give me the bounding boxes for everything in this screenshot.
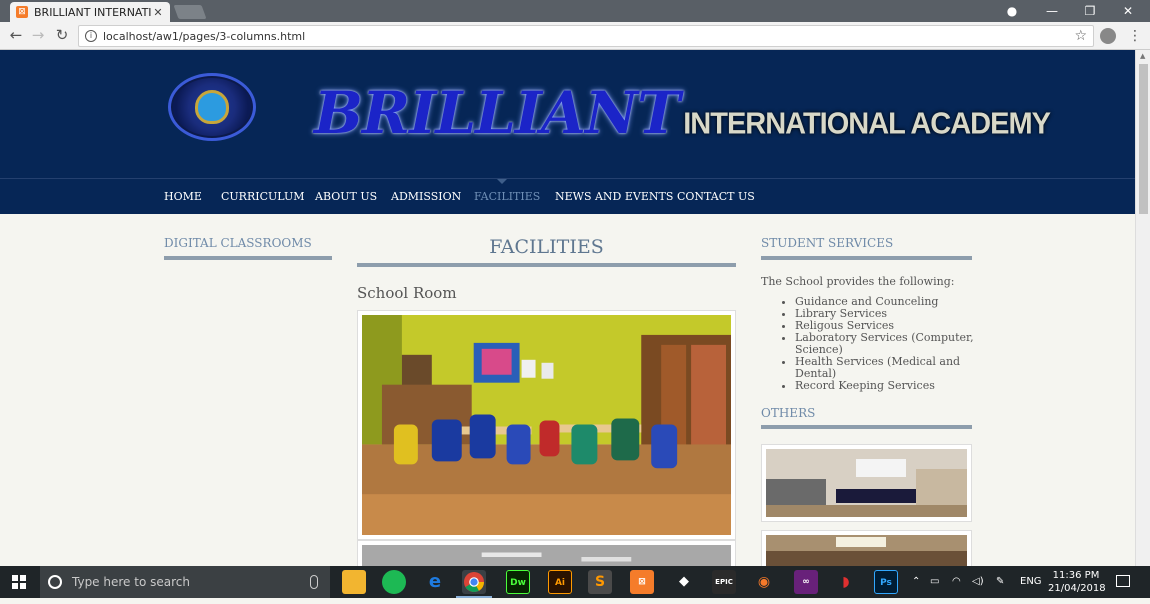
show-hidden-icons-icon[interactable]: ⌃: [912, 566, 920, 598]
services-list: Guidance and Counceling Library Services…: [795, 296, 975, 392]
scroll-up-icon[interactable]: ▲: [1140, 52, 1145, 60]
nav-contact-us[interactable]: CONTACT US: [677, 190, 755, 203]
digital-classrooms-heading: DIGITAL CLASSROOMS: [164, 236, 312, 250]
academy-crest-logo[interactable]: [168, 73, 256, 141]
tab-close-icon[interactable]: ✕: [152, 6, 164, 19]
divider: [357, 263, 736, 267]
nav-facilities[interactable]: FACILITIES: [474, 190, 540, 203]
scroll-thumb[interactable]: [1139, 64, 1148, 214]
microphone-icon[interactable]: [310, 575, 318, 589]
nav-news-and-events[interactable]: NEWS AND EVENTS: [555, 190, 673, 203]
guidance-room-image: [766, 449, 967, 517]
xampp-icon[interactable]: ⊠: [630, 570, 654, 594]
page-title: FACILITIES: [489, 236, 604, 258]
minimize-button[interactable]: —: [1034, 0, 1070, 22]
browser-toolbar: ← → ↻ i localhost/aw1/pages/3-columns.ht…: [0, 22, 1150, 50]
cortana-icon: [48, 575, 62, 589]
nav-home[interactable]: HOME: [164, 190, 202, 203]
dreamweaver-icon[interactable]: Dw: [506, 570, 530, 594]
pen-icon[interactable]: ✎: [996, 566, 1004, 598]
game-app-icon[interactable]: ◗: [834, 570, 858, 594]
services-intro: The School provides the following:: [761, 275, 955, 288]
sublime-text-icon[interactable]: S: [588, 570, 612, 594]
site-header: BRILLIANT INTERNATIONAL ACADEMY: [0, 50, 1135, 178]
illustrator-icon[interactable]: Ai: [548, 570, 572, 594]
student-services-heading: STUDENT SERVICES: [761, 236, 894, 250]
search-placeholder: Type here to search: [72, 575, 190, 589]
xampp-favicon-icon: ⊠: [16, 6, 28, 18]
brand-main-text: BRILLIANT: [314, 79, 680, 147]
bookmark-star-icon[interactable]: ☆: [1074, 28, 1087, 44]
windows-start-icon[interactable]: [12, 575, 26, 589]
brand-sub-text: INTERNATIONAL ACADEMY: [683, 107, 1051, 141]
guidance-office-thumbnail: [761, 530, 972, 566]
others-heading: OTHERS: [761, 406, 816, 420]
classroom-image: [362, 315, 731, 535]
divider: [761, 425, 972, 429]
nav-admission[interactable]: ADMISSION: [391, 190, 461, 203]
spotify-icon[interactable]: [382, 570, 406, 594]
unity-icon[interactable]: ◆: [672, 570, 696, 594]
site-brand[interactable]: BRILLIANT INTERNATIONAL ACADEMY: [314, 70, 1051, 150]
main-nav: HOME CURRICULUM ABOUT US ADMISSION FACIL…: [0, 178, 1135, 214]
active-nav-caret-icon: [497, 179, 507, 184]
list-item: Health Services (Medical and Dental): [795, 356, 975, 380]
guidance-room-thumbnail: [761, 444, 972, 522]
guidance-office-image: [766, 535, 967, 566]
nav-about-us[interactable]: ABOUT US: [315, 190, 377, 203]
maximize-button[interactable]: ❐: [1072, 0, 1108, 22]
browser-titlebar: ⊠ BRILLIANT INTERNATION ✕ ● — ❐ ✕: [0, 0, 1150, 22]
taskbar-clock[interactable]: 11:36 PM 21/04/2018: [1048, 569, 1106, 595]
profile-icon[interactable]: ●: [994, 0, 1030, 22]
close-window-button[interactable]: ✕: [1110, 0, 1146, 22]
divider: [164, 256, 332, 260]
chrome-icon[interactable]: [462, 570, 486, 594]
tab-title: BRILLIANT INTERNATION: [34, 5, 152, 19]
nav-curriculum[interactable]: CURRICULUM: [221, 190, 305, 203]
hallway-image: [362, 545, 731, 566]
section-title: School Room: [357, 284, 457, 302]
list-item: Record Keeping Services: [795, 380, 975, 392]
input-language[interactable]: ENG: [1020, 566, 1042, 598]
volume-icon[interactable]: ◁): [972, 566, 984, 598]
file-explorer-icon[interactable]: [342, 570, 366, 594]
new-tab-button[interactable]: [173, 5, 207, 19]
page-viewport: BRILLIANT INTERNATIONAL ACADEMY HOME CUR…: [0, 50, 1135, 566]
url-text[interactable]: localhost/aw1/pages/3-columns.html: [103, 30, 1074, 43]
extension-icon[interactable]: [1100, 28, 1116, 44]
blender-icon[interactable]: ◉: [752, 570, 776, 594]
clock-date: 21/04/2018: [1048, 583, 1106, 594]
windows-taskbar: Type here to search e Dw Ai S ⊠ ◆ EPIC ◉…: [0, 566, 1150, 598]
forward-arrow-icon[interactable]: →: [28, 26, 48, 46]
reload-icon[interactable]: ↻: [52, 26, 72, 46]
address-bar[interactable]: i localhost/aw1/pages/3-columns.html ☆: [78, 25, 1094, 47]
battery-icon[interactable]: ▭: [930, 566, 939, 598]
back-arrow-icon[interactable]: ←: [6, 26, 26, 46]
school-room-photo: [357, 310, 736, 540]
crest-shield-icon: [195, 90, 229, 124]
divider: [761, 256, 972, 260]
page-scrollbar[interactable]: ▲: [1135, 50, 1150, 566]
taskbar-search-input[interactable]: Type here to search: [40, 566, 330, 598]
visual-studio-icon[interactable]: ∞: [794, 570, 818, 594]
info-icon[interactable]: i: [85, 30, 97, 42]
browser-tab[interactable]: ⊠ BRILLIANT INTERNATION ✕: [10, 2, 170, 22]
photoshop-icon[interactable]: Ps: [874, 570, 898, 594]
wifi-icon[interactable]: ◠: [952, 566, 961, 598]
epic-games-icon[interactable]: EPIC: [712, 570, 736, 594]
list-item: Laboratory Services (Computer, Science): [795, 332, 975, 356]
clock-time: 11:36 PM: [1052, 570, 1100, 581]
action-center-icon[interactable]: [1116, 575, 1130, 587]
second-facility-photo: [357, 540, 736, 566]
edge-icon[interactable]: e: [423, 570, 447, 594]
browser-menu-icon[interactable]: ⋮: [1128, 26, 1142, 46]
